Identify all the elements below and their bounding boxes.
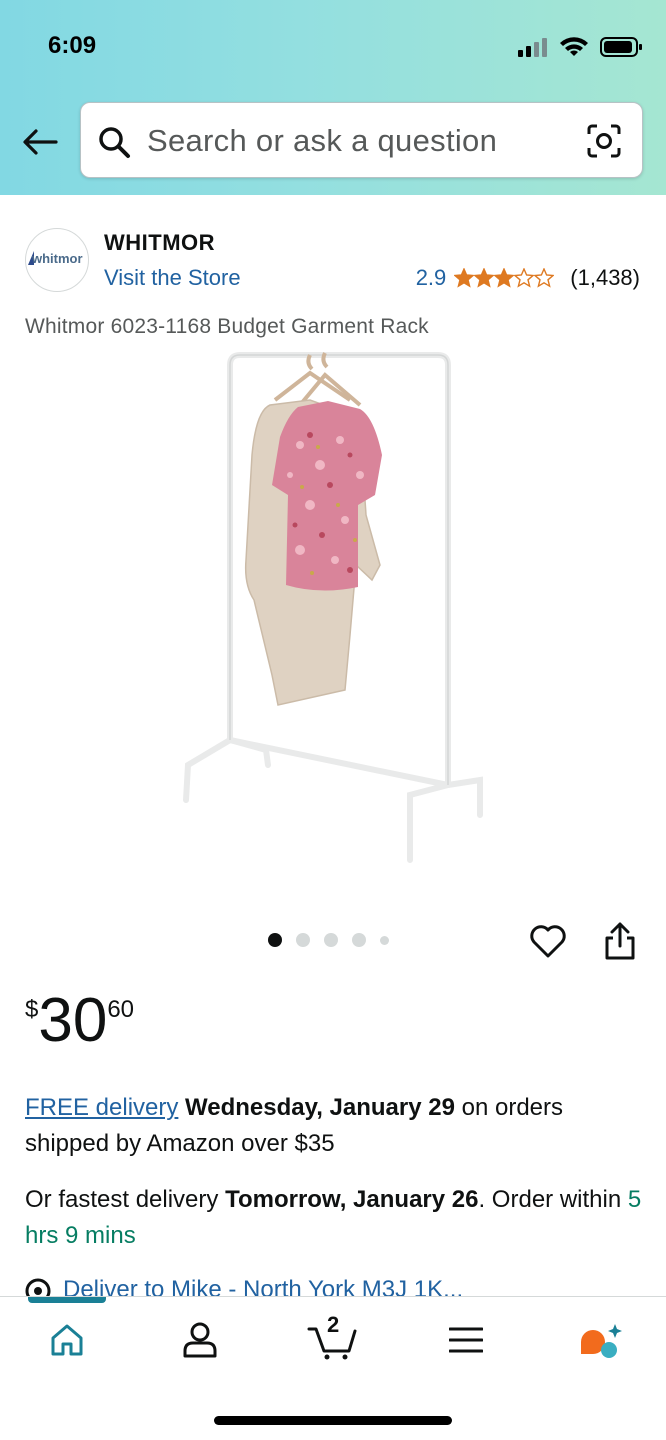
search-placeholder: Search or ask a question <box>147 123 498 158</box>
carousel-dot[interactable] <box>352 933 366 947</box>
status-time: 6:09 <box>48 32 97 59</box>
active-tab-indicator <box>28 1297 106 1303</box>
fastest-delivery-info: Or fastest delivery Tomorrow, January 26… <box>25 1182 645 1254</box>
carousel-dot[interactable] <box>296 933 310 947</box>
location-pin-icon <box>25 1278 51 1298</box>
carousel-dot[interactable] <box>268 933 282 947</box>
delivery-date: Wednesday, January 29 <box>185 1094 455 1121</box>
free-delivery-link[interactable]: FREE delivery <box>25 1094 178 1121</box>
rufus-assistant-icon <box>581 1324 622 1358</box>
hamburger-menu-icon <box>449 1327 483 1353</box>
star-icon <box>494 268 515 288</box>
carousel-dot[interactable] <box>324 933 338 947</box>
search-input[interactable]: Search or ask a question <box>80 102 643 178</box>
visit-store-link[interactable]: Visit the Store <box>104 265 241 291</box>
price: $ 30 60 <box>25 988 134 1054</box>
nav-account[interactable] <box>175 1317 225 1363</box>
fastest-prefix: Or fastest delivery <box>25 1186 226 1213</box>
carousel-dot[interactable] <box>380 935 389 945</box>
product-image[interactable] <box>160 345 500 875</box>
price-fraction: 60 <box>107 996 135 1023</box>
brand-name: WHITMOR <box>104 230 216 255</box>
deliver-to-link[interactable]: Deliver to Mike - North York M3J 1K... <box>25 1276 463 1298</box>
battery-icon <box>600 37 642 57</box>
star-icon <box>454 268 475 288</box>
person-icon <box>183 1322 217 1358</box>
heart-icon[interactable] <box>528 922 568 960</box>
delivery-info: FREE delivery Wednesday, January 29 on o… <box>25 1090 645 1162</box>
brand-logo-text: whitmor <box>32 251 83 266</box>
price-whole: 30 <box>38 986 108 1055</box>
star-rating <box>454 268 555 288</box>
top-header: 6:09 Search or ask a question <box>0 0 666 195</box>
wifi-icon <box>560 37 588 56</box>
nav-menu[interactable] <box>441 1317 491 1363</box>
nav-rufus[interactable] <box>575 1317 625 1363</box>
camera-lens-icon[interactable] <box>586 123 622 159</box>
fastest-date: Tomorrow, January 26 <box>225 1186 479 1213</box>
rating-summary[interactable]: 2.9 (1,438) <box>416 265 640 291</box>
product-title: Whitmor 6023-1168 Budget Garment Rack <box>25 315 429 338</box>
cart-count-badge: 2 <box>327 1312 340 1337</box>
star-icon <box>514 268 535 288</box>
signal-icon <box>518 38 547 57</box>
image-carousel-indicator[interactable] <box>268 933 389 947</box>
rating-count: (1,438) <box>570 265 640 290</box>
rating-value: 2.9 <box>415 265 447 290</box>
deliver-to-label: Deliver to Mike - North York M3J 1K... <box>63 1276 464 1298</box>
share-icon[interactable] <box>602 920 638 962</box>
brand-logo[interactable]: whitmor <box>25 228 89 292</box>
fastest-middle: . Order within <box>478 1186 628 1213</box>
nav-home[interactable] <box>42 1317 92 1363</box>
search-icon <box>99 127 130 158</box>
home-icon <box>51 1324 83 1356</box>
status-icons <box>518 36 644 58</box>
back-arrow-icon[interactable] <box>20 122 60 162</box>
home-indicator[interactable] <box>214 1416 452 1425</box>
star-icon <box>534 268 555 288</box>
price-symbol: $ <box>25 996 39 1023</box>
star-icon <box>474 268 495 288</box>
